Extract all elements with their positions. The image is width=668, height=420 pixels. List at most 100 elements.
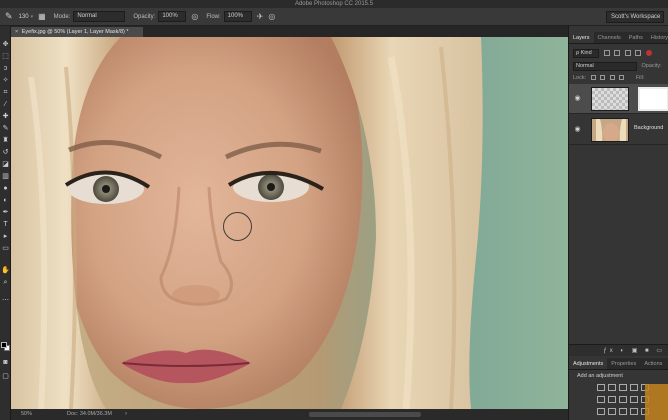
pressure-opacity-icon[interactable]: ◎ <box>191 12 198 21</box>
pixel-filter-icon[interactable] <box>603 49 610 56</box>
document-tab-title: Eyefix.jpg @ 50% (Layer 1, Layer Mask/8)… <box>21 29 129 35</box>
document-tab[interactable]: × Eyefix.jpg @ 50% (Layer 1, Layer Mask/… <box>11 27 143 37</box>
lock-position-icon[interactable] <box>609 75 615 81</box>
layers-panel-footer[interactable]: ƒx ◐ ▣ ■ ▭ <box>569 344 668 356</box>
tab-channels[interactable]: Channels <box>594 32 625 43</box>
eye-icon[interactable]: ◉ <box>573 95 582 103</box>
brush-preset-picker[interactable]: 130 ▾ <box>19 14 34 20</box>
tab-actions[interactable]: Actions <box>640 358 666 369</box>
document-tab-bar: × Eyefix.jpg @ 50% (Layer 1, Layer Mask/… <box>11 26 568 37</box>
mode-select[interactable]: Normal <box>73 11 126 22</box>
pressure-size-icon[interactable]: ◎ <box>268 12 275 21</box>
crop-tool-icon[interactable]: ⌗ <box>1 88 10 97</box>
brush-tool-icon[interactable]: ✎ <box>1 124 10 133</box>
lock-row: Lock: Fill: <box>573 73 667 83</box>
layer-name: Background <box>634 125 664 131</box>
color-swatches[interactable] <box>1 342 10 352</box>
gradient-map-icon[interactable] <box>630 408 638 415</box>
quick-mask-icon[interactable]: ◙ <box>1 358 10 367</box>
hand-tool-icon[interactable]: ✋ <box>1 266 10 275</box>
gradient-tool-icon[interactable]: ▥ <box>1 172 10 181</box>
shape-filter-icon[interactable] <box>635 49 642 56</box>
layer-mask-thumbnail[interactable] <box>638 87 668 111</box>
brightness-icon[interactable] <box>597 384 605 391</box>
curves-icon[interactable] <box>619 384 627 391</box>
black-white-icon[interactable] <box>619 396 627 403</box>
color-balance-icon[interactable] <box>608 396 616 403</box>
blur-tool-icon[interactable]: ● <box>1 184 10 193</box>
exposure-icon[interactable] <box>630 384 638 391</box>
portrait-image <box>11 37 568 409</box>
background-thumbnail[interactable] <box>591 118 629 142</box>
screen-mode-icon[interactable]: ▢ <box>1 372 10 381</box>
status-menu-icon[interactable]: › <box>125 409 127 420</box>
status-bar: 50% Doc: 34.0M/36.3M › <box>11 409 568 420</box>
adjustment-filter-icon[interactable] <box>614 49 621 56</box>
workspace-select[interactable]: Scott's Workspace <box>606 11 664 23</box>
lock-pixels-icon[interactable] <box>600 75 606 81</box>
brush-size-readout: 130 <box>18 13 29 20</box>
filter-kind-select[interactable]: ρ Kind <box>573 49 599 58</box>
lock-transparency-icon[interactable] <box>590 75 596 81</box>
document-size: Doc: 34.0M/36.3M <box>67 411 112 417</box>
type-filter-icon[interactable] <box>624 49 631 56</box>
overlay-thumbnail <box>645 384 668 420</box>
foreground-color-swatch[interactable] <box>1 342 7 348</box>
eyedropper-tool-icon[interactable]: ⁄ <box>1 100 10 109</box>
tab-properties[interactable]: Properties <box>607 358 640 369</box>
document-canvas[interactable] <box>11 37 568 409</box>
close-icon[interactable]: × <box>15 29 18 35</box>
move-tool-icon[interactable]: ✥ <box>1 40 10 49</box>
horizontal-scrollbar[interactable] <box>309 412 421 417</box>
lock-all-icon[interactable] <box>619 75 625 81</box>
levels-icon[interactable] <box>608 384 616 391</box>
opacity-value: 100% <box>162 13 178 19</box>
path-select-icon[interactable]: ▸ <box>1 232 10 241</box>
eraser-tool-icon[interactable]: ◪ <box>1 160 10 169</box>
fill-label: Fill: <box>635 75 645 81</box>
marquee-tool-icon[interactable]: ⬚ <box>1 52 10 61</box>
hue-saturation-icon[interactable] <box>597 396 605 403</box>
layer-row-background[interactable]: ◉ Background <box>569 115 668 145</box>
tab-paths[interactable]: Paths <box>625 32 647 43</box>
zoom-tool-icon[interactable]: ⌕ <box>1 278 10 287</box>
dodge-tool-icon[interactable]: ◐ <box>1 196 10 205</box>
edit-toolbar-icon[interactable]: ⋯ <box>1 296 10 305</box>
tab-adjustments[interactable]: Adjustments <box>569 358 608 369</box>
layer-opacity-label: Opacity: <box>641 63 662 69</box>
posterize-icon[interactable] <box>608 408 616 415</box>
clone-stamp-icon[interactable]: ♜ <box>1 136 10 145</box>
tab-history[interactable]: History <box>647 32 668 43</box>
layer-thumbnail[interactable] <box>591 87 629 111</box>
layers-panel-tabs: Layers Channels Paths History <box>569 32 668 44</box>
airbrush-icon[interactable]: ✈ <box>257 12 264 21</box>
opacity-field[interactable]: 100% <box>158 11 187 22</box>
opacity-label: Opacity: <box>133 13 156 20</box>
healing-brush-icon[interactable]: ✚ <box>1 112 10 121</box>
blend-row: Normal Opacity: <box>573 61 667 71</box>
history-brush-icon[interactable]: ↺ <box>1 148 10 157</box>
options-bar: ✎ 130 ▾ ▦ Mode: Normal Opacity: 100% ◎ Fl… <box>0 8 668 26</box>
layer-row-layer-1[interactable]: ◉ <box>569 84 668 114</box>
mode-label: Mode: <box>53 13 71 20</box>
adjustments-panel-tabs: Adjustments Properties Actions <box>569 358 668 370</box>
filter-toggle-icon[interactable] <box>645 49 652 56</box>
flow-field[interactable]: 100% <box>223 11 252 22</box>
workspace-name: Scott's Workspace <box>611 14 661 20</box>
quick-select-tool-icon[interactable]: ✧ <box>1 76 10 85</box>
blend-mode-select[interactable]: Normal <box>573 62 637 71</box>
shape-tool-icon[interactable]: ▭ <box>1 244 10 253</box>
photo-filter-icon[interactable] <box>630 396 638 403</box>
type-tool-icon[interactable]: T <box>1 220 10 229</box>
zoom-readout[interactable]: 50% <box>21 409 32 420</box>
paintbrush-icon[interactable]: ✎ <box>5 11 13 22</box>
tab-layers[interactable]: Layers <box>569 32 594 43</box>
background-thumbnail-image <box>592 119 628 141</box>
flow-label: Flow: <box>206 13 221 20</box>
pen-tool-icon[interactable]: ✒ <box>1 208 10 217</box>
eye-icon[interactable]: ◉ <box>573 126 582 134</box>
threshold-icon[interactable] <box>619 408 627 415</box>
brush-panel-icon[interactable]: ▦ <box>38 12 46 21</box>
invert-icon[interactable] <box>597 408 605 415</box>
lasso-tool-icon[interactable]: ↄ <box>1 64 10 73</box>
